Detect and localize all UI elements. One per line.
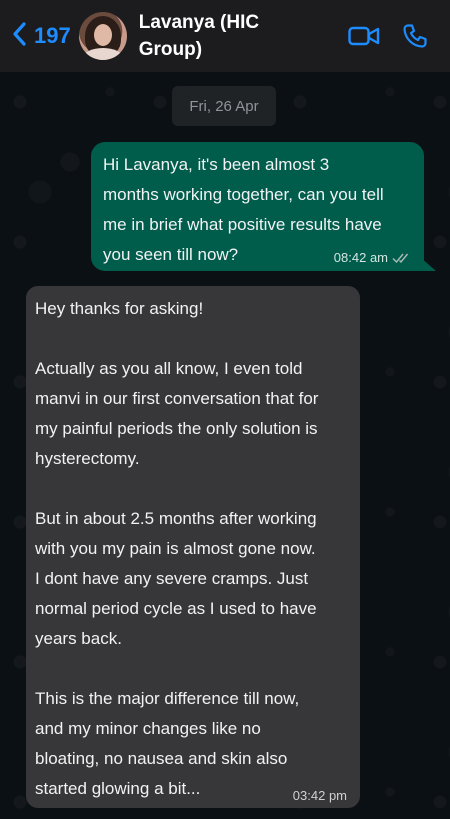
incoming-message[interactable]: Hey thanks for asking! Actually as you a… xyxy=(26,286,360,808)
chat-header: 197 Lavanya (HIC Group) xyxy=(0,0,450,72)
date-separator: Fri, 26 Apr xyxy=(172,86,276,126)
outgoing-message[interactable]: Hi Lavanya, it's been almost 3 months wo… xyxy=(91,142,424,271)
message-time: 08:42 am xyxy=(333,250,388,265)
phone-icon[interactable] xyxy=(402,23,428,49)
back-button[interactable]: 197 xyxy=(10,21,71,52)
read-ticks-icon xyxy=(392,252,412,264)
video-call-icon[interactable] xyxy=(348,25,380,47)
avatar[interactable] xyxy=(78,12,127,60)
message-time: 03:42 pm xyxy=(292,788,347,803)
contact-name[interactable]: Lavanya (HIC Group) xyxy=(139,9,309,63)
message-text: Hey thanks for asking! Actually as you a… xyxy=(35,299,319,798)
unread-count: 197 xyxy=(34,23,71,48)
chevron-left-icon xyxy=(10,21,28,52)
